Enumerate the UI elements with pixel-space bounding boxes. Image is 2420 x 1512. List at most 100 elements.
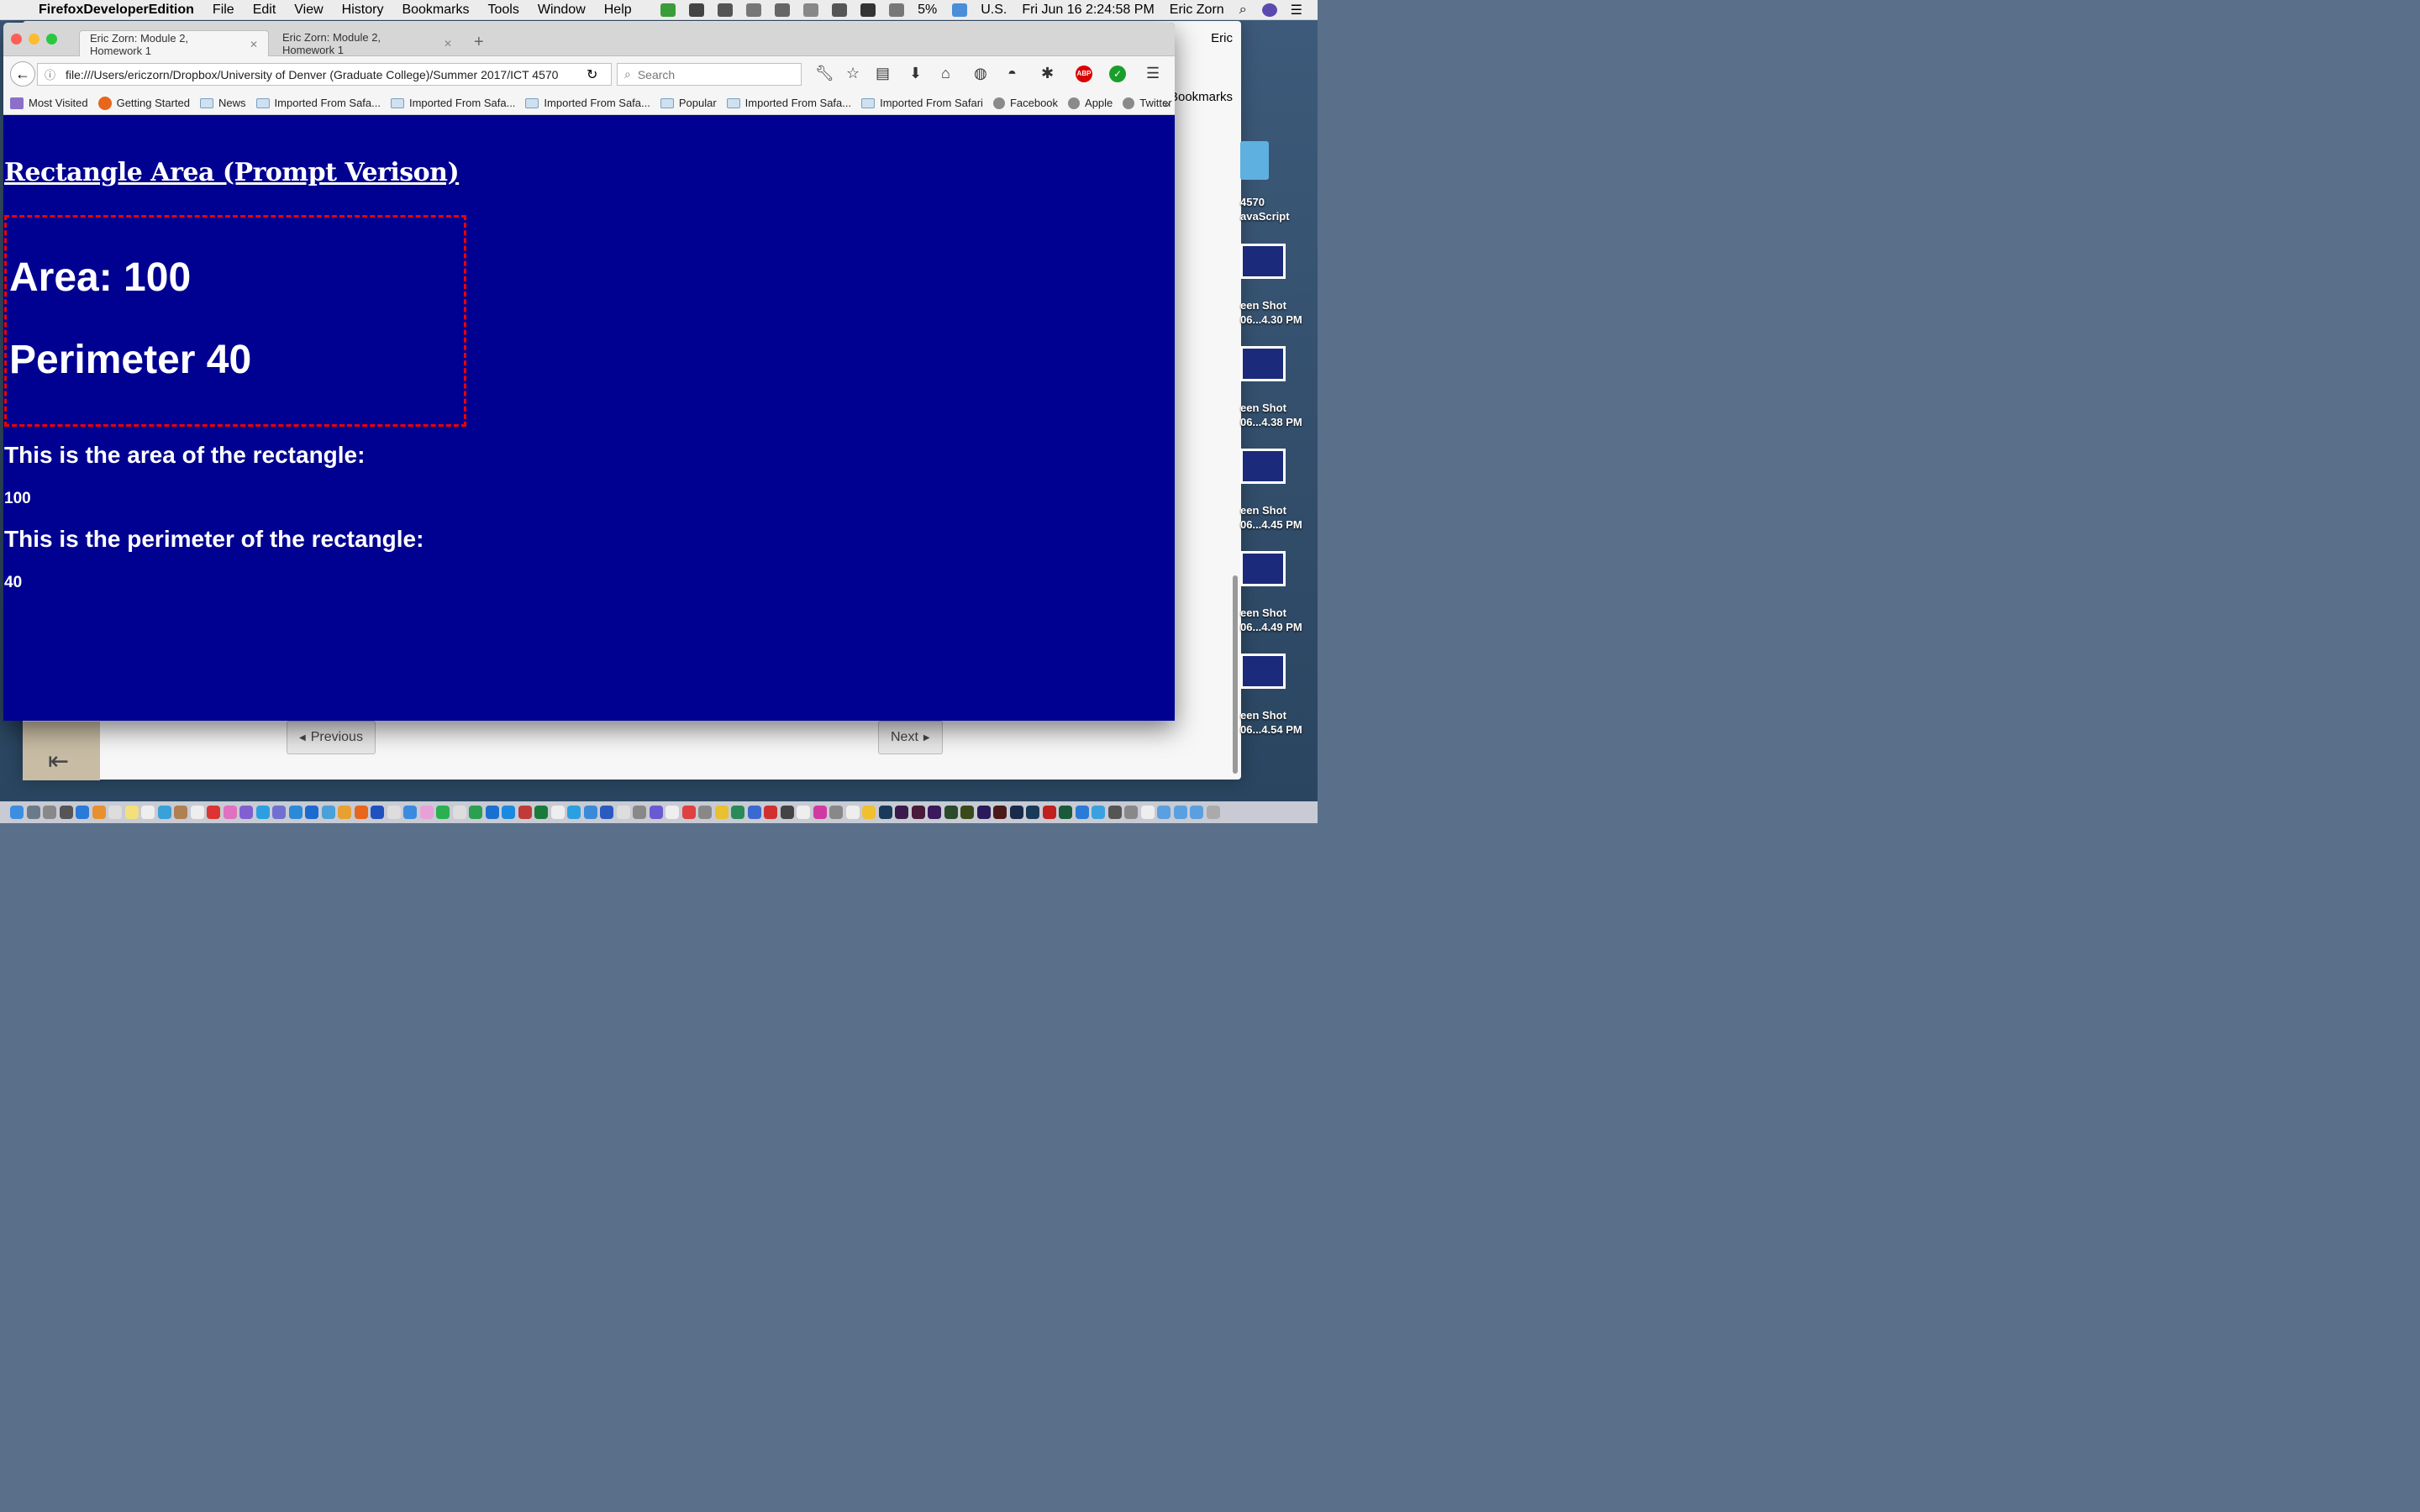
bookmark-facebook[interactable]: Facebook [992,97,1058,109]
trash-icon[interactable] [1206,806,1220,819]
dock-app-icon[interactable] [681,806,696,819]
dock-app-icon[interactable] [600,806,613,819]
screenshot-label[interactable]: een Shot 06...4.30 PM [1240,298,1302,327]
dock-app-icon[interactable] [518,806,532,819]
minimize-window-button[interactable] [29,34,39,45]
menu-edit[interactable]: Edit [253,3,276,18]
dock-app-icon[interactable] [813,806,827,819]
dock-app-icon[interactable] [550,806,565,819]
globe-icon[interactable]: ◍ [974,65,987,82]
folder-stack-icon[interactable] [1173,806,1187,819]
spotlight-icon[interactable]: ⌕ [1239,3,1247,18]
dock-app-icon[interactable] [403,806,417,819]
bookmark-folder-imported[interactable]: Imported From Safa... [255,97,381,109]
screenshot-label[interactable]: een Shot 06...4.38 PM [1240,401,1302,429]
dock-app-icon[interactable] [1124,806,1138,819]
dock-app-icon[interactable] [649,806,663,819]
notification-center-icon[interactable]: ☰ [1291,2,1302,18]
dock-app-icon[interactable] [502,806,515,819]
collapse-sidebar-icon[interactable]: ⇤ [48,747,69,776]
status-app-icon[interactable] [718,3,734,17]
dock-app-icon[interactable] [1092,806,1105,819]
dock-app-icon[interactable] [321,806,335,819]
screenshot-thumbnail[interactable] [1240,654,1286,689]
dock-app-icon[interactable] [43,806,56,819]
dock-app-icon[interactable] [895,806,908,819]
dock-app-icon[interactable] [583,806,597,819]
wifi-icon[interactable] [832,3,848,17]
star-icon[interactable]: ☆ [846,65,860,82]
dock-app-icon[interactable] [207,806,220,819]
menu-view[interactable]: View [294,3,323,18]
bookmark-apple[interactable]: Apple [1068,97,1113,109]
launchpad-icon[interactable] [26,806,40,819]
clock[interactable]: Fri Jun 16 2:24:58 PM [1022,3,1154,18]
dock-app-icon[interactable] [698,806,712,819]
dock-app-icon[interactable] [829,806,843,819]
wrench-icon[interactable]: 🔧︎ [815,65,834,82]
time-machine-icon[interactable] [775,3,791,17]
zoom-window-button[interactable] [46,34,57,45]
dock-app-icon[interactable] [485,806,499,819]
status-app-icon[interactable] [689,3,705,17]
folder-label[interactable]: 4570 avaScript [1240,195,1290,223]
dock-app-icon[interactable] [174,806,187,819]
new-tab-icon[interactable]: + [474,33,484,52]
dock-app-icon[interactable] [993,806,1007,819]
dock-app-icon[interactable] [928,806,941,819]
pocket-icon[interactable]: ◓ [1007,65,1017,82]
user-name[interactable]: Eric Zorn [1170,3,1224,18]
folder-icon[interactable] [1240,141,1269,180]
tab-inactive[interactable]: Eric Zorn: Module 2, Homework 1 ✕ [272,30,462,57]
menu-window[interactable]: Window [538,3,586,18]
siri-icon[interactable] [1261,3,1277,17]
bookmark-folder-imported[interactable]: Imported From Safa... [525,97,650,109]
dock-app-icon[interactable] [1140,806,1155,819]
close-tab-icon[interactable]: ✕ [444,38,452,50]
download-icon[interactable]: ⬇ [909,65,922,82]
extension-icon[interactable]: ✱ [1041,65,1054,82]
dock-app-icon[interactable] [616,806,630,819]
menu-help[interactable]: Help [604,3,632,18]
reading-list-icon[interactable]: ▤ [876,65,890,82]
us-flag-icon[interactable] [952,3,968,17]
tab-active[interactable]: Eric Zorn: Module 2, Homework 1 ✕ [79,30,269,57]
screenshot-thumbnail[interactable] [1240,346,1286,381]
menu-tools[interactable]: Tools [487,3,518,18]
bookmark-folder-imported[interactable]: Imported From Safa... [726,97,851,109]
dock-app-icon[interactable] [633,806,646,819]
bookmark-folder-imported[interactable]: Imported From Safari [861,97,983,109]
dock-app-icon[interactable] [797,806,810,819]
dock-app-icon[interactable] [436,806,450,819]
dock-app-icon[interactable] [1075,806,1089,819]
back-button[interactable]: ← [10,61,35,87]
menu-file[interactable]: File [213,3,234,18]
bookmark-folder-popular[interactable]: Popular [660,97,717,109]
dock-app-icon[interactable] [452,806,466,819]
dock-app-icon[interactable] [878,806,892,819]
input-source[interactable]: U.S. [981,3,1007,18]
dock-app-icon[interactable] [714,806,729,819]
dock-app-icon[interactable] [255,806,270,819]
screenshot-thumbnail[interactable] [1240,551,1286,586]
status-app-icon[interactable] [660,3,676,17]
dock-app-icon[interactable] [305,806,318,819]
more-bookmarks-chevron-icon[interactable]: » [1163,97,1170,110]
dock-app-icon[interactable] [567,806,581,819]
volume-icon[interactable] [860,3,876,17]
dock-app-icon[interactable] [666,806,679,819]
menu-history[interactable]: History [342,3,384,18]
dock-app-icon[interactable] [534,806,548,819]
menu-bookmarks[interactable]: Bookmarks [402,3,469,18]
dock-app-icon[interactable] [76,806,89,819]
background-bookmarks-label[interactable]: Bookmarks [1170,90,1233,104]
dock-app-icon[interactable] [731,806,744,819]
folder-stack-icon[interactable] [1157,806,1171,819]
dock-app-icon[interactable] [747,806,761,819]
finder-icon[interactable] [10,806,24,819]
screenshot-label[interactable]: een Shot 06...4.45 PM [1240,503,1302,532]
previous-button[interactable]: ◀ Previous [287,721,376,754]
dock-app-icon[interactable] [1107,806,1122,819]
dock-app-icon[interactable] [288,806,302,819]
dock-app-icon[interactable] [354,806,368,819]
